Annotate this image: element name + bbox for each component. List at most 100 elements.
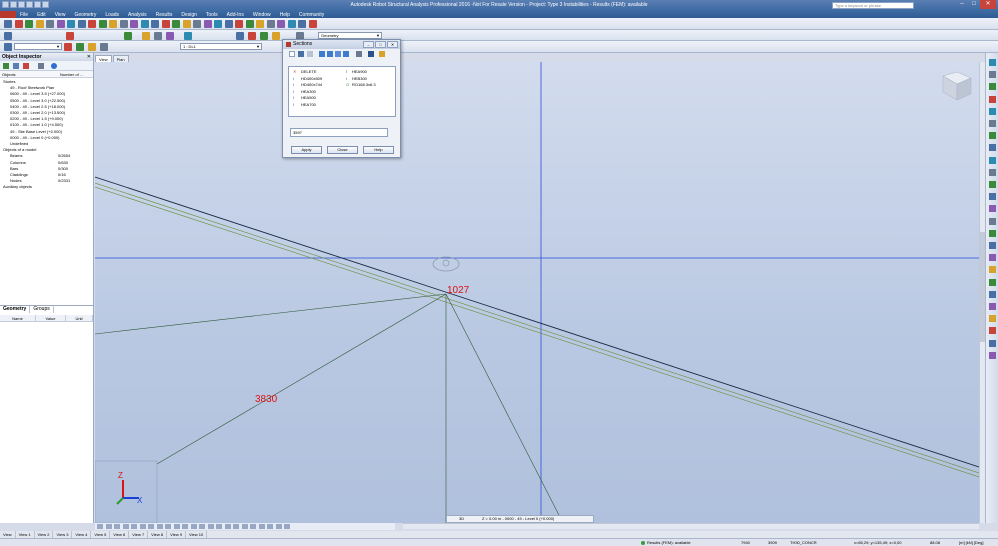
tree-item[interactable]: Claddings	[10, 172, 28, 178]
side-tool-icon[interactable]	[989, 108, 996, 115]
tree-item[interactable]: Columns	[10, 160, 26, 166]
tree-item[interactable]: 49 - Roof Steelwork Plan	[10, 85, 54, 91]
view-tool-icon[interactable]	[233, 524, 239, 529]
view-tool-icon[interactable]	[191, 524, 197, 529]
main-tool-icon[interactable]	[267, 20, 275, 28]
secondary-tool-icon[interactable]	[184, 32, 192, 40]
secondary-tool-icon[interactable]	[124, 32, 132, 40]
z-level-value[interactable]: Z = 0.00 m - 0000 - 49 - Level 0 (+0.000…	[482, 516, 554, 522]
delete-icon[interactable]	[307, 51, 313, 57]
main-tool-icon[interactable]	[235, 20, 243, 28]
tile-view-icon[interactable]	[343, 51, 349, 57]
close-icon[interactable]: ✕	[87, 53, 91, 61]
tree-item[interactable]: 0500 - 49 - Level 3.0 (+22.500)	[10, 98, 65, 104]
tree-item[interactable]: Bars	[10, 166, 18, 172]
tree-item[interactable]: 0200 - 49 - Level 1.5 (+9.000)	[10, 116, 63, 122]
sections-list[interactable]: DELETE ✕ HD400x509 I HD400x744 I HEA300 I HEA500…	[288, 66, 396, 117]
side-tool-icon[interactable]	[989, 352, 996, 359]
side-tool-icon[interactable]	[989, 279, 996, 286]
section-item[interactable]: DELETE	[301, 69, 317, 74]
view-tool-icon[interactable]	[276, 524, 282, 529]
main-tool-icon[interactable]	[298, 20, 306, 28]
tree-item[interactable]: Beams	[10, 153, 22, 159]
view-tool-icon[interactable]	[208, 524, 214, 529]
main-tool-icon[interactable]	[214, 20, 222, 28]
tree-item[interactable]: 0000 - 49 - Level 0 (+0.000)	[10, 135, 59, 141]
bottom-tab[interactable]: View 3	[53, 531, 73, 538]
tab-geometry[interactable]: Geometry	[0, 306, 31, 313]
library-icon[interactable]	[356, 51, 362, 57]
main-tool-icon[interactable]	[277, 20, 285, 28]
side-tool-icon[interactable]	[989, 169, 996, 176]
main-tool-icon[interactable]	[99, 20, 107, 28]
side-tool-icon[interactable]	[989, 157, 996, 164]
tree-item[interactable]: 0300 - 49 - Level 2.0 (+13.500)	[10, 110, 65, 116]
side-tool-icon[interactable]	[989, 242, 996, 249]
main-tool-icon[interactable]	[309, 20, 317, 28]
bar-right-diagonal[interactable]	[445, 293, 564, 523]
view-tool-icon[interactable]	[157, 524, 163, 529]
section-item[interactable]: HD400x509	[301, 76, 322, 81]
bottom-tab[interactable]: View 7	[129, 531, 149, 538]
section-item[interactable]: HD400x744	[301, 82, 322, 87]
tree-item[interactable]: 49 - Site Base Level (+0.000)	[10, 129, 62, 135]
side-tool-icon[interactable]	[989, 193, 996, 200]
secondary-tool-icon[interactable]	[260, 32, 268, 40]
side-tool-icon[interactable]	[989, 120, 996, 127]
side-tool-icon[interactable]	[989, 96, 996, 103]
help-button[interactable]: Help	[363, 146, 394, 154]
bottom-tab[interactable]: View 1	[16, 531, 35, 538]
view-tool-icon[interactable]	[284, 524, 290, 529]
view-tool-icon[interactable]	[165, 524, 171, 529]
view-tool-icon[interactable]	[216, 524, 222, 529]
view-tool-icon[interactable]	[97, 524, 103, 529]
help-icon[interactable]	[51, 63, 57, 69]
view-mode[interactable]: 3D	[459, 516, 464, 522]
main-tool-icon[interactable]	[151, 20, 159, 28]
main-tool-icon[interactable]	[172, 20, 180, 28]
tab-plan[interactable]: Plan	[112, 55, 129, 62]
main-tool-icon[interactable]	[4, 20, 12, 28]
status-units[interactable]: [m] [kN] [Deg]	[959, 540, 983, 545]
main-tool-icon[interactable]	[130, 20, 138, 28]
side-tool-icon[interactable]	[989, 132, 996, 139]
bottom-tab[interactable]: View 5	[91, 531, 111, 538]
section-item[interactable]: HEA300	[301, 89, 316, 94]
main-tool-icon[interactable]	[204, 20, 212, 28]
bottom-tab[interactable]: View	[0, 531, 16, 538]
secondary-tool-icon[interactable]	[236, 32, 244, 40]
view-tool-icon[interactable]	[174, 524, 180, 529]
section-item[interactable]: HEA700	[301, 102, 316, 107]
section-item[interactable]: HEB300	[352, 76, 367, 81]
side-tool-icon[interactable]	[989, 144, 996, 151]
bottom-tab[interactable]: View 10	[186, 531, 208, 538]
maximize-button[interactable]: □	[968, 0, 980, 9]
secondary-tool-icon[interactable]	[166, 32, 174, 40]
view-tool-icon[interactable]	[242, 524, 248, 529]
save-icon[interactable]	[368, 51, 374, 57]
structure-tool-icon[interactable]	[76, 43, 84, 51]
viewport-horizontal-scrollbar[interactable]	[403, 523, 979, 529]
tree-item[interactable]: Stories	[3, 79, 15, 85]
model-canvas[interactable]	[95, 62, 979, 523]
view-cube[interactable]	[942, 71, 972, 101]
tree-item[interactable]: 0100 - 49 - Level 1.0 (+4.500)	[10, 122, 63, 128]
search-input[interactable]: Type a keyword or phrase	[832, 2, 914, 9]
minimize-button[interactable]: –	[956, 0, 968, 9]
view-tool-icon[interactable]	[131, 524, 137, 529]
section-item[interactable]: HEA500	[301, 95, 316, 100]
dialog-minimize-button[interactable]: –	[363, 41, 374, 48]
filter-icon[interactable]	[3, 63, 9, 69]
main-tool-icon[interactable]	[46, 20, 54, 28]
side-tool-icon[interactable]	[989, 83, 996, 90]
new-section-icon[interactable]	[289, 51, 295, 57]
close-dialog-button[interactable]: Close	[327, 146, 358, 154]
tree-item[interactable]: Objects of a model	[3, 147, 36, 153]
secondary-tool-icon[interactable]	[154, 32, 162, 40]
side-tool-icon[interactable]	[989, 230, 996, 237]
close-button[interactable]: ✕	[980, 0, 996, 9]
beam-main[interactable]	[95, 176, 979, 468]
main-tool-icon[interactable]	[193, 20, 201, 28]
lines-bars-input[interactable]: 3597	[290, 128, 388, 137]
view-tool-icon[interactable]	[267, 524, 273, 529]
